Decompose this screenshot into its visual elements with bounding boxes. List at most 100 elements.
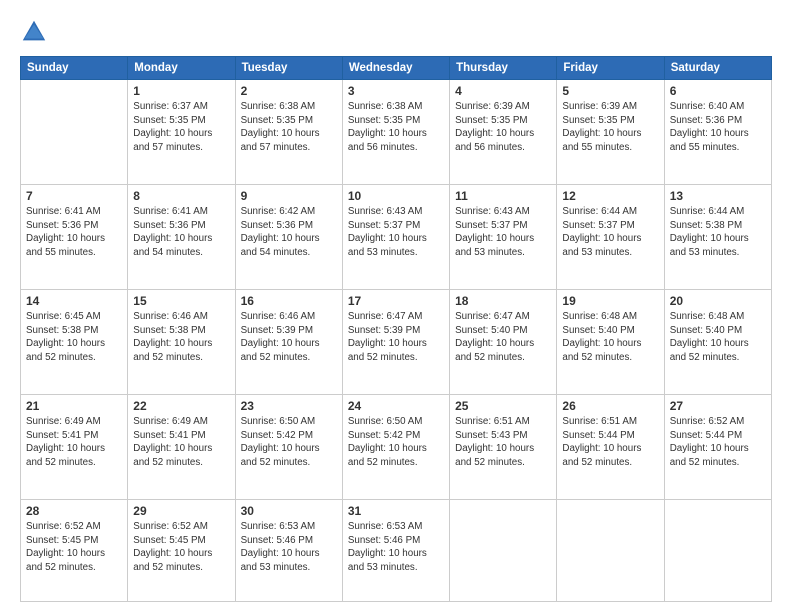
day-info: Sunrise: 6:51 AMSunset: 5:44 PMDaylight:… bbox=[562, 415, 658, 470]
day-info: Sunrise: 6:48 AMSunset: 5:40 PMDaylight:… bbox=[562, 310, 658, 365]
calendar-cell: 9 Sunrise: 6:42 AMSunset: 5:36 PMDaylight… bbox=[235, 184, 342, 289]
header bbox=[20, 18, 772, 46]
day-info: Sunrise: 6:42 AMSunset: 5:36 PMDaylight:… bbox=[241, 205, 337, 260]
day-info: Sunrise: 6:38 AMSunset: 5:35 PMDaylight:… bbox=[241, 100, 337, 155]
calendar-cell: 31 Sunrise: 6:53 AMSunset: 5:46 PMDayligh… bbox=[342, 499, 449, 601]
logo bbox=[20, 18, 50, 46]
day-number: 24 bbox=[348, 399, 444, 413]
day-number: 21 bbox=[26, 399, 122, 413]
day-info: Sunrise: 6:43 AMSunset: 5:37 PMDaylight:… bbox=[348, 205, 444, 260]
day-info: Sunrise: 6:50 AMSunset: 5:42 PMDaylight:… bbox=[241, 415, 337, 470]
day-info: Sunrise: 6:44 AMSunset: 5:38 PMDaylight:… bbox=[670, 205, 766, 260]
day-number: 9 bbox=[241, 189, 337, 203]
calendar-cell: 5 Sunrise: 6:39 AMSunset: 5:35 PMDaylight… bbox=[557, 80, 664, 185]
calendar-cell: 8 Sunrise: 6:41 AMSunset: 5:36 PMDaylight… bbox=[128, 184, 235, 289]
day-number: 5 bbox=[562, 84, 658, 98]
day-number: 22 bbox=[133, 399, 229, 413]
calendar-cell bbox=[21, 80, 128, 185]
page: SundayMondayTuesdayWednesdayThursdayFrid… bbox=[0, 0, 792, 612]
day-info: Sunrise: 6:52 AMSunset: 5:44 PMDaylight:… bbox=[670, 415, 766, 470]
weekday-header-saturday: Saturday bbox=[664, 57, 771, 80]
calendar-cell: 13 Sunrise: 6:44 AMSunset: 5:38 PMDayligh… bbox=[664, 184, 771, 289]
calendar-cell: 23Sunrise: 6:50 AMSunset: 5:42 PMDayligh… bbox=[235, 394, 342, 499]
day-info: Sunrise: 6:53 AMSunset: 5:46 PMDaylight:… bbox=[241, 520, 337, 575]
calendar-cell: 24 Sunrise: 6:50 AMSunset: 5:42 PMDayligh… bbox=[342, 394, 449, 499]
day-info: Sunrise: 6:53 AMSunset: 5:46 PMDaylight:… bbox=[348, 520, 444, 575]
day-info: Sunrise: 6:41 AMSunset: 5:36 PMDaylight:… bbox=[26, 205, 122, 260]
calendar-cell bbox=[450, 499, 557, 601]
day-info: Sunrise: 6:46 AMSunset: 5:39 PMDaylight:… bbox=[241, 310, 337, 365]
day-number: 29 bbox=[133, 504, 229, 518]
day-number: 15 bbox=[133, 294, 229, 308]
calendar-week-row: 1 Sunrise: 6:37 AMSunset: 5:35 PMDaylight… bbox=[21, 80, 772, 185]
calendar-cell: 26 Sunrise: 6:51 AMSunset: 5:44 PMDayligh… bbox=[557, 394, 664, 499]
calendar-cell bbox=[557, 499, 664, 601]
calendar-cell: 14 Sunrise: 6:45 AMSunset: 5:38 PMDayligh… bbox=[21, 289, 128, 394]
calendar-cell: 15 Sunrise: 6:46 AMSunset: 5:38 PMDayligh… bbox=[128, 289, 235, 394]
calendar-cell: 16 Sunrise: 6:46 AMSunset: 5:39 PMDayligh… bbox=[235, 289, 342, 394]
day-info: Sunrise: 6:49 AMSunset: 5:41 PMDaylight:… bbox=[26, 415, 122, 470]
day-info: Sunrise: 6:50 AMSunset: 5:42 PMDaylight:… bbox=[348, 415, 444, 470]
day-number: 13 bbox=[670, 189, 766, 203]
calendar-week-row: 21 Sunrise: 6:49 AMSunset: 5:41 PMDayligh… bbox=[21, 394, 772, 499]
day-info: Sunrise: 6:46 AMSunset: 5:38 PMDaylight:… bbox=[133, 310, 229, 365]
calendar-cell: 18 Sunrise: 6:47 AMSunset: 5:40 PMDayligh… bbox=[450, 289, 557, 394]
calendar-cell: 28 Sunrise: 6:52 AMSunset: 5:45 PMDayligh… bbox=[21, 499, 128, 601]
day-number: 20 bbox=[670, 294, 766, 308]
day-info: Sunrise: 6:52 AMSunset: 5:45 PMDaylight:… bbox=[26, 520, 122, 575]
day-info: Sunrise: 6:52 AMSunset: 5:45 PMDaylight:… bbox=[133, 520, 229, 575]
day-number: 8 bbox=[133, 189, 229, 203]
day-info: Sunrise: 6:43 AMSunset: 5:37 PMDaylight:… bbox=[455, 205, 551, 260]
calendar-week-row: 14 Sunrise: 6:45 AMSunset: 5:38 PMDayligh… bbox=[21, 289, 772, 394]
logo-icon bbox=[20, 18, 48, 46]
day-number: 25 bbox=[455, 399, 551, 413]
day-number: 31 bbox=[348, 504, 444, 518]
calendar-cell: 19 Sunrise: 6:48 AMSunset: 5:40 PMDayligh… bbox=[557, 289, 664, 394]
calendar-table: SundayMondayTuesdayWednesdayThursdayFrid… bbox=[20, 56, 772, 602]
weekday-header-tuesday: Tuesday bbox=[235, 57, 342, 80]
day-info: Sunrise: 6:38 AMSunset: 5:35 PMDaylight:… bbox=[348, 100, 444, 155]
day-number: 10 bbox=[348, 189, 444, 203]
day-info: Sunrise: 6:37 AMSunset: 5:35 PMDaylight:… bbox=[133, 100, 229, 155]
weekday-header-monday: Monday bbox=[128, 57, 235, 80]
day-info: Sunrise: 6:49 AMSunset: 5:41 PMDaylight:… bbox=[133, 415, 229, 470]
calendar-cell: 21 Sunrise: 6:49 AMSunset: 5:41 PMDayligh… bbox=[21, 394, 128, 499]
calendar-cell: 22 Sunrise: 6:49 AMSunset: 5:41 PMDayligh… bbox=[128, 394, 235, 499]
day-number: 18 bbox=[455, 294, 551, 308]
weekday-header-friday: Friday bbox=[557, 57, 664, 80]
day-info: Sunrise: 6:41 AMSunset: 5:36 PMDaylight:… bbox=[133, 205, 229, 260]
calendar-cell: 2Sunrise: 6:38 AMSunset: 5:35 PMDaylight… bbox=[235, 80, 342, 185]
day-info: Sunrise: 6:40 AMSunset: 5:36 PMDaylight:… bbox=[670, 100, 766, 155]
calendar-cell: 17 Sunrise: 6:47 AMSunset: 5:39 PMDayligh… bbox=[342, 289, 449, 394]
day-number: 11 bbox=[455, 189, 551, 203]
day-info: Sunrise: 6:51 AMSunset: 5:43 PMDaylight:… bbox=[455, 415, 551, 470]
calendar-cell: 1 Sunrise: 6:37 AMSunset: 5:35 PMDaylight… bbox=[128, 80, 235, 185]
calendar-cell: 27Sunrise: 6:52 AMSunset: 5:44 PMDayligh… bbox=[664, 394, 771, 499]
calendar-cell: 25 Sunrise: 6:51 AMSunset: 5:43 PMDayligh… bbox=[450, 394, 557, 499]
day-number: 26 bbox=[562, 399, 658, 413]
calendar-cell: 3 Sunrise: 6:38 AMSunset: 5:35 PMDaylight… bbox=[342, 80, 449, 185]
day-number: 17 bbox=[348, 294, 444, 308]
day-number: 16 bbox=[241, 294, 337, 308]
day-info: Sunrise: 6:48 AMSunset: 5:40 PMDaylight:… bbox=[670, 310, 766, 365]
day-info: Sunrise: 6:39 AMSunset: 5:35 PMDaylight:… bbox=[562, 100, 658, 155]
calendar-cell: 6Sunrise: 6:40 AMSunset: 5:36 PMDaylight… bbox=[664, 80, 771, 185]
day-number: 28 bbox=[26, 504, 122, 518]
calendar-cell: 20 Sunrise: 6:48 AMSunset: 5:40 PMDayligh… bbox=[664, 289, 771, 394]
calendar-cell: 12 Sunrise: 6:44 AMSunset: 5:37 PMDayligh… bbox=[557, 184, 664, 289]
day-info: Sunrise: 6:44 AMSunset: 5:37 PMDaylight:… bbox=[562, 205, 658, 260]
day-info: Sunrise: 6:45 AMSunset: 5:38 PMDaylight:… bbox=[26, 310, 122, 365]
day-number: 1 bbox=[133, 84, 229, 98]
weekday-header-wednesday: Wednesday bbox=[342, 57, 449, 80]
day-info: Sunrise: 6:47 AMSunset: 5:39 PMDaylight:… bbox=[348, 310, 444, 365]
day-number: 19 bbox=[562, 294, 658, 308]
calendar-cell: 29 Sunrise: 6:52 AMSunset: 5:45 PMDayligh… bbox=[128, 499, 235, 601]
day-number: 14 bbox=[26, 294, 122, 308]
calendar-cell: 10 Sunrise: 6:43 AMSunset: 5:37 PMDayligh… bbox=[342, 184, 449, 289]
day-info: Sunrise: 6:47 AMSunset: 5:40 PMDaylight:… bbox=[455, 310, 551, 365]
day-number: 12 bbox=[562, 189, 658, 203]
day-number: 3 bbox=[348, 84, 444, 98]
day-number: 4 bbox=[455, 84, 551, 98]
weekday-header-thursday: Thursday bbox=[450, 57, 557, 80]
calendar-cell bbox=[664, 499, 771, 601]
